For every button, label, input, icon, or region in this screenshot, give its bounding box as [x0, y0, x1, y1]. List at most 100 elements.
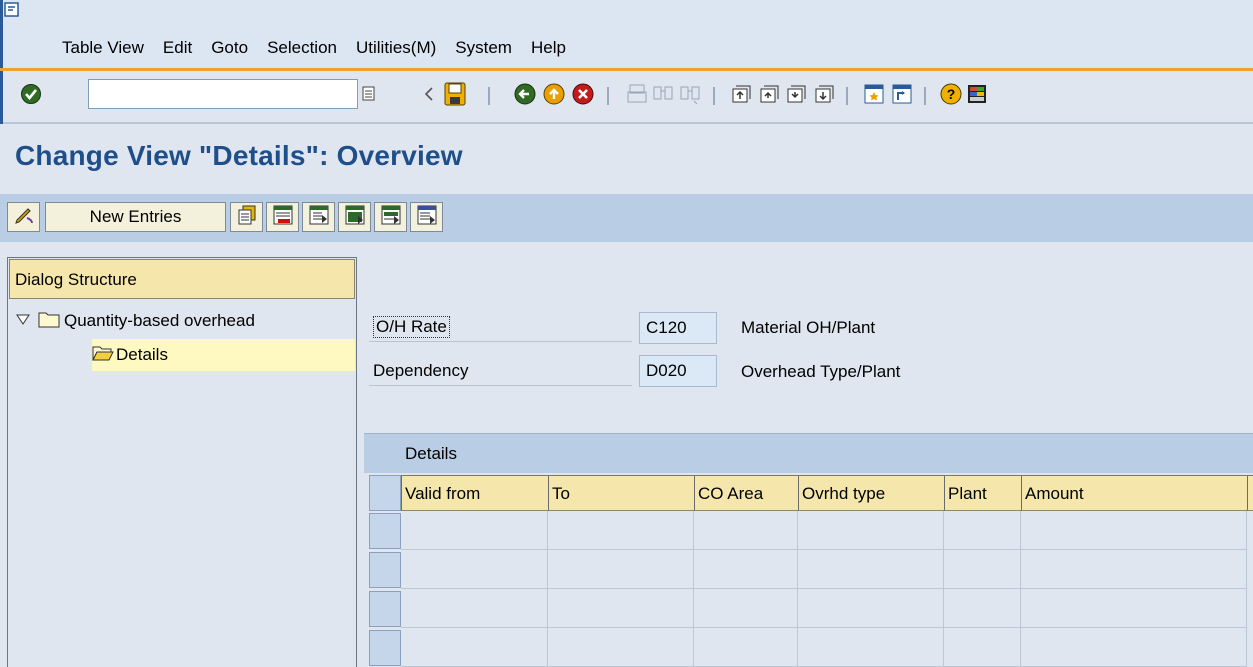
table-cell[interactable] — [548, 589, 694, 628]
column-header-ovrhd-type[interactable]: Ovrhd type — [798, 475, 944, 511]
tree-node-label: Quantity-based overhead — [64, 311, 255, 330]
next-page-icon[interactable] — [783, 81, 809, 107]
delete-button[interactable] — [266, 202, 299, 232]
oh-rate-label: O/H Rate — [369, 312, 632, 342]
dialog-structure-panel: Dialog Structure Quantity-based overhead… — [7, 257, 357, 667]
table-cell[interactable] — [694, 589, 798, 628]
standard-toolbar: ? — [0, 71, 1253, 124]
table-cell[interactable] — [798, 511, 944, 550]
dependency-label: Dependency — [369, 356, 632, 386]
delete-icon — [272, 204, 294, 231]
column-header-co-area[interactable]: CO Area — [694, 475, 798, 511]
deselect-all-icon — [416, 204, 438, 231]
row-selector[interactable] — [369, 552, 401, 588]
undo-change-button[interactable] — [302, 202, 335, 232]
table-header: Valid from To CO Area Ovrhd type Plant A… — [364, 475, 1253, 511]
find-icon — [650, 81, 676, 107]
create-shortcut-icon[interactable] — [889, 81, 915, 107]
menu-help[interactable]: Help — [531, 38, 566, 58]
exit-icon[interactable] — [541, 81, 567, 107]
save-icon[interactable] — [442, 81, 468, 107]
table-cell[interactable] — [944, 511, 1021, 550]
table-cell[interactable] — [548, 511, 694, 550]
window-edge — [0, 71, 3, 124]
menu-items: Table View Edit Goto Selection Utilities… — [62, 38, 585, 58]
system-menu-icon[interactable] — [4, 2, 20, 18]
application-toolbar: New Entries — [0, 194, 1253, 242]
menu-selection[interactable]: Selection — [267, 38, 337, 58]
table-cell[interactable] — [401, 550, 548, 589]
menu-table-view[interactable]: Table View — [62, 38, 144, 58]
column-header-valid-from[interactable]: Valid from — [401, 475, 548, 511]
column-header-to[interactable]: To — [548, 475, 694, 511]
row-selector[interactable] — [369, 591, 401, 627]
select-all-rows-button[interactable] — [369, 475, 401, 511]
table-caption: Details — [364, 433, 1253, 473]
table-cell[interactable] — [798, 628, 944, 667]
dialog-structure-header: Dialog Structure — [9, 259, 355, 299]
menu-goto[interactable]: Goto — [211, 38, 248, 58]
table-cell[interactable] — [401, 589, 548, 628]
table-cell[interactable] — [401, 628, 548, 667]
enter-check-icon[interactable] — [18, 81, 44, 107]
table-cell[interactable] — [944, 550, 1021, 589]
help-icon[interactable]: ? — [938, 81, 964, 107]
expand-triangle-icon[interactable] — [16, 311, 30, 331]
customize-layout-icon[interactable] — [964, 81, 990, 107]
collapse-arrow-icon[interactable] — [416, 81, 442, 107]
display-change-button[interactable] — [7, 202, 40, 232]
menu-system[interactable]: System — [455, 38, 512, 58]
table-cell[interactable] — [944, 628, 1021, 667]
menu-utilities[interactable]: Utilities(M) — [356, 38, 436, 58]
command-history-icon[interactable] — [356, 81, 382, 107]
table-cell[interactable] — [1021, 589, 1247, 628]
table-cell[interactable] — [1021, 511, 1247, 550]
select-all-button[interactable] — [338, 202, 371, 232]
new-entries-button[interactable]: New Entries — [45, 202, 226, 232]
window-edge — [0, 0, 3, 70]
table-cell[interactable] — [1021, 550, 1247, 589]
table-cell[interactable] — [944, 589, 1021, 628]
dependency-description: Overhead Type/Plant — [741, 362, 901, 381]
deselect-all-button[interactable] — [410, 202, 443, 232]
row-selector[interactable] — [369, 630, 401, 666]
menu-bar: Table View Edit Goto Selection Utilities… — [0, 0, 1253, 70]
table-cell[interactable] — [401, 511, 548, 550]
menu-edit[interactable]: Edit — [163, 38, 192, 58]
column-header-overflow — [1247, 475, 1253, 511]
table-cell[interactable] — [798, 550, 944, 589]
select-block-button[interactable] — [374, 202, 407, 232]
tree-node-quantity-based-overhead[interactable]: Quantity-based overhead — [16, 305, 356, 337]
page-title: Change View "Details": Overview — [15, 140, 463, 171]
undo-icon — [308, 204, 330, 231]
table-cell[interactable] — [694, 628, 798, 667]
table-cell[interactable] — [548, 550, 694, 589]
table-cell[interactable] — [1021, 628, 1247, 667]
folder-icon — [38, 310, 60, 333]
dependency-field[interactable]: D020 — [639, 355, 717, 387]
table-cell[interactable] — [694, 550, 798, 589]
back-icon[interactable] — [512, 81, 538, 107]
create-session-icon[interactable] — [861, 81, 887, 107]
select-all-icon — [344, 204, 366, 231]
command-field[interactable] — [88, 79, 358, 109]
copy-as-button[interactable] — [230, 202, 263, 232]
previous-page-icon[interactable] — [756, 81, 782, 107]
copy-icon — [236, 204, 258, 231]
find-next-icon — [677, 81, 703, 107]
last-page-icon[interactable] — [811, 81, 837, 107]
table-cell[interactable] — [548, 628, 694, 667]
select-block-icon — [380, 204, 402, 231]
first-page-icon[interactable] — [728, 81, 754, 107]
cancel-icon[interactable] — [570, 81, 596, 107]
column-header-plant[interactable]: Plant — [944, 475, 1021, 511]
column-header-amount[interactable]: Amount — [1021, 475, 1247, 511]
oh-rate-field[interactable]: C120 — [639, 312, 717, 344]
table-cell[interactable] — [694, 511, 798, 550]
row-selector[interactable] — [369, 513, 401, 549]
svg-text:?: ? — [947, 86, 956, 102]
edit-pencil-icon — [13, 204, 35, 231]
tree-node-label: Details — [116, 345, 168, 364]
table-cell[interactable] — [798, 589, 944, 628]
tree-node-details[interactable]: Details — [92, 339, 355, 371]
